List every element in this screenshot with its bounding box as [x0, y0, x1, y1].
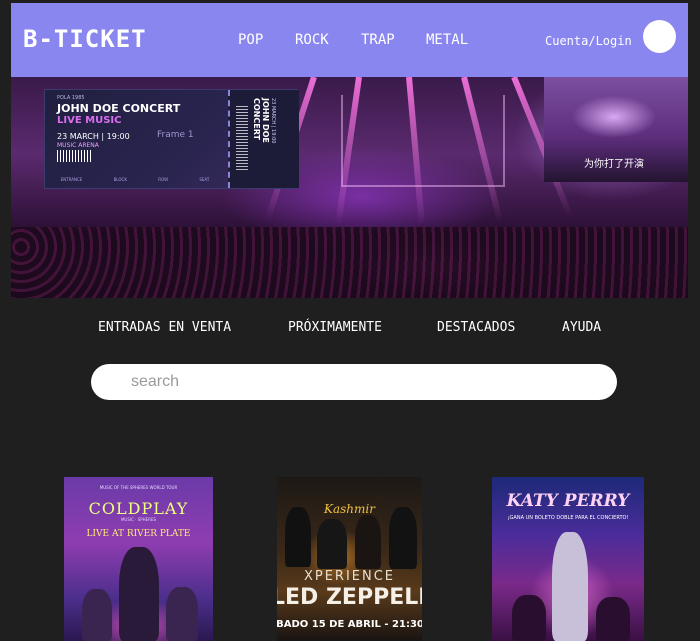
poster-top-text: MUSIC OF THE SPHERES WORLD TOUR — [99, 485, 178, 490]
nav-entradas-en-venta[interactable]: ENTRADAS EN VENTA — [98, 320, 231, 335]
poster-subtitle: ¡GANA UN BOLETO DOBLE PARA EL CONCIERTO! — [507, 515, 629, 521]
ticket-footer-label: ROW — [158, 176, 169, 182]
user-avatar[interactable] — [643, 20, 676, 53]
account-login-link[interactable]: Cuenta/Login — [545, 34, 632, 48]
ticket-footer-label: SEAT — [199, 176, 210, 182]
main-nav: ENTRADAS EN VENTA PRÓXIMAMENTE DESTACADO… — [0, 320, 700, 338]
ticket-venue: MUSIC ARENA — [57, 142, 99, 149]
frame-label: Frame 1 — [157, 130, 194, 140]
genre-link-pop[interactable]: POP — [238, 32, 263, 48]
band-member-figure — [317, 519, 347, 569]
band-member-figure — [389, 507, 417, 569]
band-member-figure — [285, 507, 311, 567]
ticket-title: JOHN DOE CONCERT — [57, 102, 181, 115]
stub-title: JOHN DOE CONCERT — [252, 98, 270, 143]
ticket-main: POLA 1985 JOHN DOE CONCERT LIVE MUSIC 23… — [45, 90, 225, 188]
performer-figure — [552, 532, 588, 641]
poster-date: BADO 15 DE ABRIL - 21:30 — [277, 619, 422, 630]
crowd-figure — [512, 595, 546, 641]
poster-title: KATY PERRY — [506, 491, 630, 511]
brand-logo[interactable]: B-TICKET — [23, 25, 147, 53]
event-poster-coldplay[interactable]: MUSIC OF THE SPHERES WORLD TOUR COLDPLAY… — [64, 477, 213, 641]
stub-barcode — [236, 106, 248, 172]
crowd-figure — [166, 587, 198, 641]
event-poster-katy-perry[interactable]: KATY PERRY ¡GANA UN BOLETO DOBLE PARA EL… — [492, 477, 644, 641]
poster-band-name: LED ZEPPELIN — [277, 585, 422, 610]
inset-caption: 为你打了开演 — [584, 159, 644, 170]
poster-subtitle: XPERIENCE — [303, 569, 396, 584]
hero-banner: POLA 1985 JOHN DOE CONCERT LIVE MUSIC 23… — [11, 77, 688, 298]
crowd-figure — [82, 589, 112, 641]
search-input[interactable] — [91, 364, 617, 400]
hero-inset-photo: 为你打了开演 — [544, 77, 688, 182]
top-header: B-TICKET POP ROCK TRAP METAL Cuenta/Logi… — [11, 3, 688, 77]
stage-rig — [341, 95, 505, 187]
event-poster-led-zeppelin[interactable]: Kashmir XPERIENCE LED ZEPPELIN BADO 15 D… — [277, 477, 422, 641]
ticket-footer-label: BLOCK — [113, 176, 127, 182]
poster-title: COLDPLAY — [88, 499, 189, 518]
poster-subtitle: LIVE AT RIVER PLATE — [86, 529, 191, 539]
ticket-footer-label: ENTRANCE — [60, 176, 83, 182]
ticket-subtitle: LIVE MUSIC — [57, 115, 122, 126]
genre-link-rock[interactable]: ROCK — [295, 32, 329, 48]
ticket-footer: ENTRANCE BLOCK ROW SEAT — [45, 170, 225, 188]
genre-link-trap[interactable]: TRAP — [361, 32, 395, 48]
band-member-figure — [355, 515, 381, 569]
nav-proximamente[interactable]: PRÓXIMAMENTE — [288, 320, 382, 335]
concert-ticket-graphic: POLA 1985 JOHN DOE CONCERT LIVE MUSIC 23… — [44, 89, 299, 189]
ticket-top-text: POLA 1985 — [57, 95, 85, 101]
ticket-stub: JOHN DOE CONCERT 23 MARCH | 19:00 — [228, 90, 299, 188]
poster-small-text: MUSIC · SPHERES — [120, 517, 157, 522]
crowd-figure — [596, 597, 630, 641]
ticket-date: 23 MARCH | 19:00 — [57, 132, 130, 141]
crowd-image — [11, 227, 688, 298]
nav-destacados[interactable]: DESTACADOS — [437, 320, 515, 335]
performer-figure — [119, 547, 159, 641]
stub-date: 23 MARCH | 19:00 — [270, 98, 276, 144]
nav-ayuda[interactable]: AYUDA — [562, 320, 601, 335]
genre-link-metal[interactable]: METAL — [426, 32, 468, 48]
barcode-graphic — [57, 150, 91, 162]
